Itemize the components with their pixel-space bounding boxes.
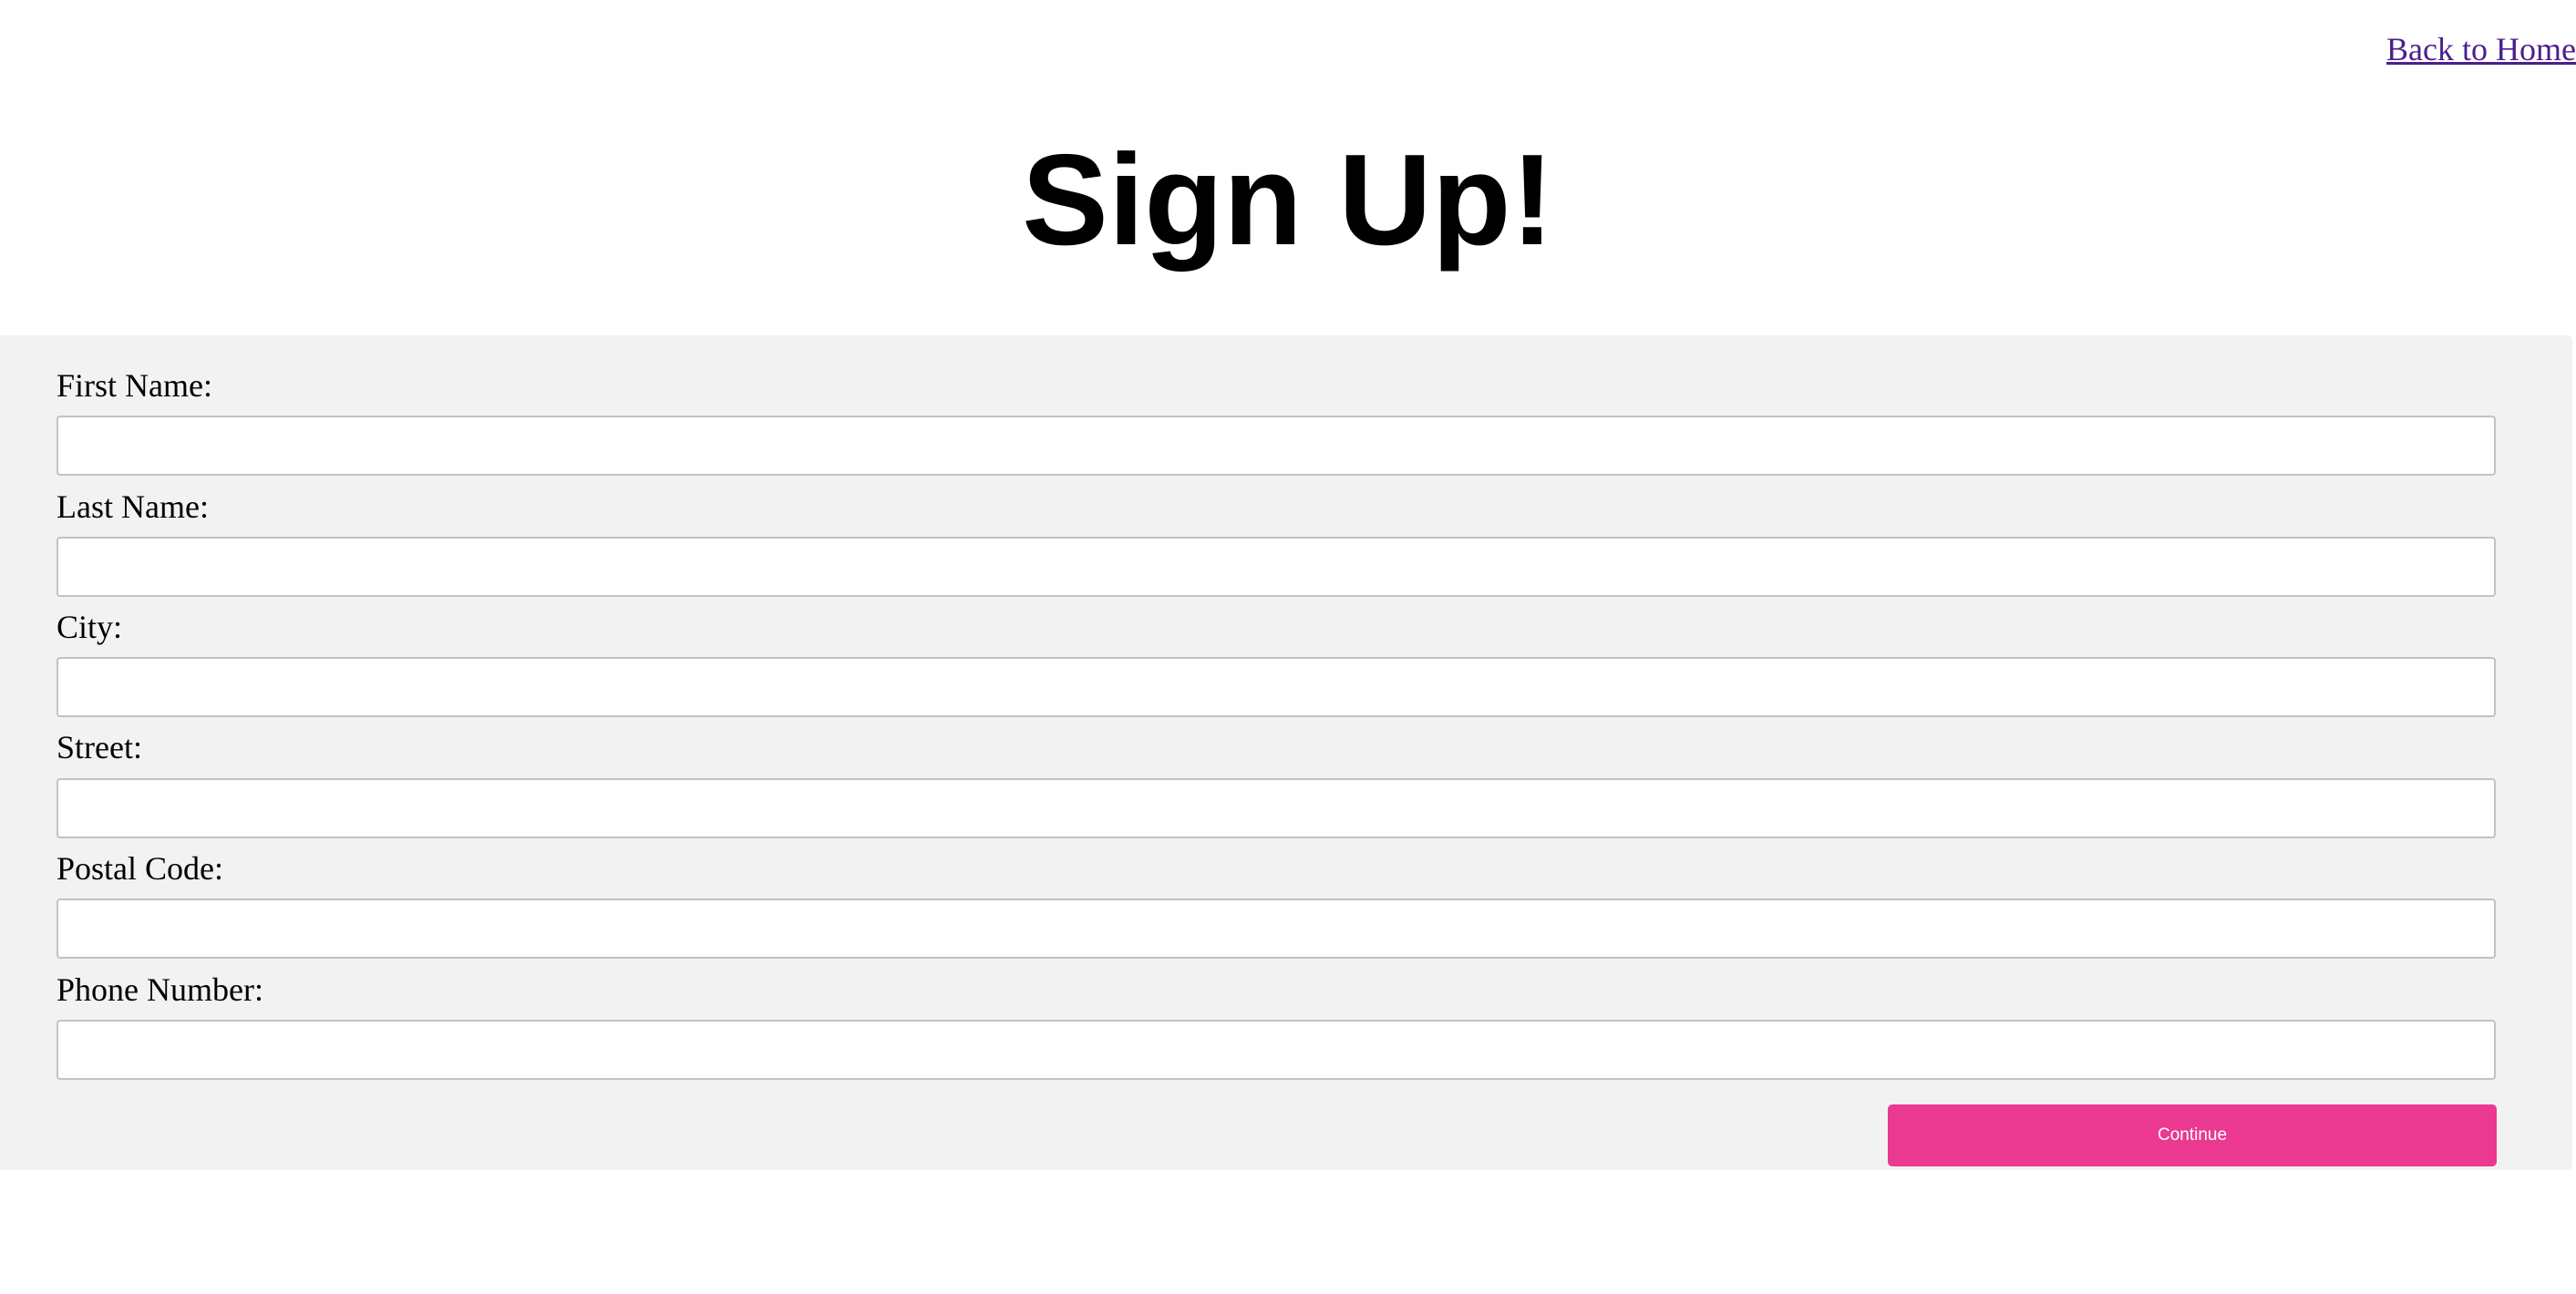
city-input[interactable]	[57, 657, 2496, 717]
page-title: Sign Up!	[1022, 128, 1554, 272]
postal-code-label: Postal Code:	[57, 850, 224, 887]
signup-form: First Name: Last Name: City: Street: Pos…	[0, 335, 2572, 1170]
phone-number-label: Phone Number:	[57, 971, 263, 1008]
last-name-input[interactable]	[57, 537, 2496, 597]
back-to-home-link[interactable]: Back to Home	[2386, 30, 2576, 68]
street-input[interactable]	[57, 778, 2496, 838]
postal-code-input[interactable]	[57, 899, 2496, 959]
continue-button[interactable]: Continue	[1888, 1104, 2497, 1166]
city-label: City:	[57, 609, 123, 645]
first-name-label: First Name:	[57, 367, 212, 404]
street-label: Street:	[57, 729, 142, 765]
phone-number-input[interactable]	[57, 1020, 2496, 1080]
last-name-label: Last Name:	[57, 488, 209, 525]
first-name-input[interactable]	[57, 416, 2496, 476]
